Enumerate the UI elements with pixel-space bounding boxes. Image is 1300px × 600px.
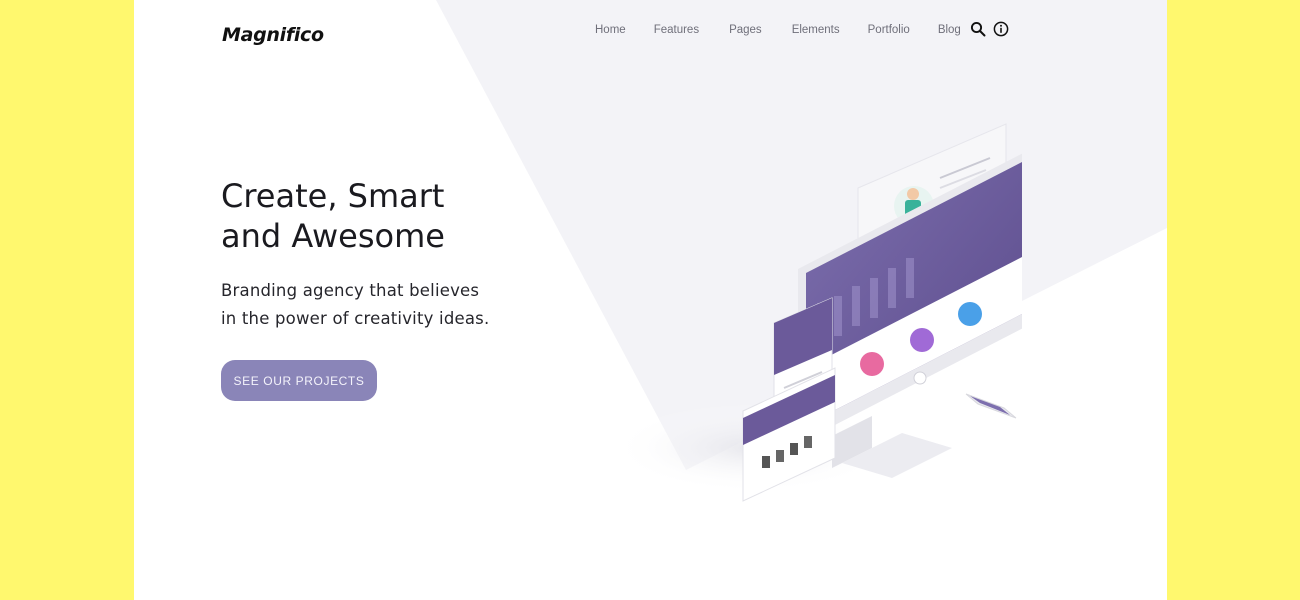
search-icon[interactable] — [970, 21, 986, 37]
nav-icon-group — [970, 21, 1009, 37]
hero-subtitle: Branding agency that believes in the pow… — [221, 277, 521, 333]
nav-item-pages[interactable]: Pages — [729, 22, 762, 38]
nav-item-elements[interactable]: Elements — [792, 22, 840, 38]
hero-title-line-1: Create, Smart — [221, 177, 445, 215]
hero-subtitle-line-1: Branding agency that believes — [221, 281, 480, 300]
nav-item-home[interactable]: Home — [595, 22, 626, 38]
info-icon[interactable] — [993, 21, 1009, 37]
main-nav: Home Features Pages Elements Portfolio B… — [594, 22, 961, 38]
see-projects-button[interactable]: SEE OUR PROJECTS — [221, 360, 377, 401]
hero-title-line-2: and Awesome — [221, 217, 445, 255]
hero-title: Create, Smart and Awesome — [221, 176, 521, 256]
nav-item-blog[interactable]: Blog — [938, 22, 961, 38]
hero-subtitle-line-2: in the power of creativity ideas. — [221, 309, 490, 328]
brand-logo[interactable]: Magnifico — [222, 24, 324, 46]
landing-page: Magnifico Home Features Pages Elements P… — [134, 0, 1167, 600]
nav-item-portfolio[interactable]: Portfolio — [868, 22, 910, 38]
device-mockup-illustration — [612, 123, 1022, 502]
phone-mockup — [965, 393, 1017, 419]
nav-item-features[interactable]: Features — [654, 22, 699, 38]
